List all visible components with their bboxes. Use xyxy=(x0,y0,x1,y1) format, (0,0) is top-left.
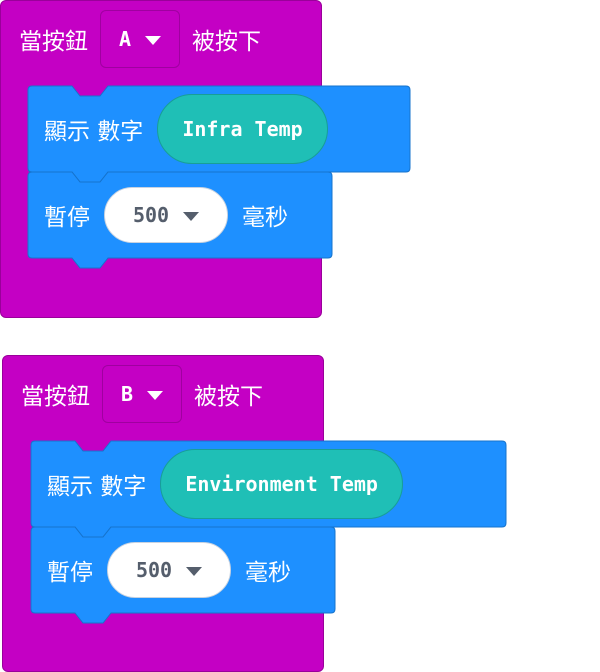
variable-name: Environment Temp xyxy=(185,472,378,496)
caret-down-icon xyxy=(183,212,200,221)
show-number-block[interactable]: 顯示 數字 Environment Temp xyxy=(30,440,507,538)
button-select-value: A xyxy=(118,27,132,51)
caret-down-icon xyxy=(145,36,162,45)
pause-unit-label: 毫秒 xyxy=(245,560,291,586)
pause-block[interactable]: 暫停 500 毫秒 xyxy=(27,171,333,269)
button-select-dropdown[interactable]: B xyxy=(102,365,182,423)
variable-reporter[interactable]: Infra Temp xyxy=(157,94,328,164)
show-number-label: 顯示 數字 xyxy=(47,474,147,500)
pause-duration-value: 500 xyxy=(132,203,170,227)
pause-label: 暫停 xyxy=(47,560,93,586)
event-suffix-label: 被按下 xyxy=(192,29,261,55)
pause-unit-label: 毫秒 xyxy=(242,205,288,231)
event-prefix-label: 當按鈕 xyxy=(21,384,90,410)
event-suffix-label: 被按下 xyxy=(194,384,263,410)
caret-down-icon xyxy=(186,567,203,576)
show-number-label: 顯示 數字 xyxy=(44,119,144,145)
pause-label: 暫停 xyxy=(44,205,90,231)
event-prefix-label: 當按鈕 xyxy=(19,29,88,55)
button-select-value: B xyxy=(120,382,134,406)
pause-duration-value: 500 xyxy=(135,558,173,582)
variable-reporter[interactable]: Environment Temp xyxy=(160,449,403,519)
show-number-block[interactable]: 顯示 數字 Infra Temp xyxy=(27,85,411,183)
button-select-dropdown[interactable]: A xyxy=(100,10,180,68)
pause-duration-dropdown[interactable]: 500 xyxy=(104,187,228,243)
variable-name: Infra Temp xyxy=(182,117,303,141)
pause-block[interactable]: 暫停 500 毫秒 xyxy=(30,526,336,624)
pause-duration-dropdown[interactable]: 500 xyxy=(107,542,231,598)
caret-down-icon xyxy=(147,391,164,400)
